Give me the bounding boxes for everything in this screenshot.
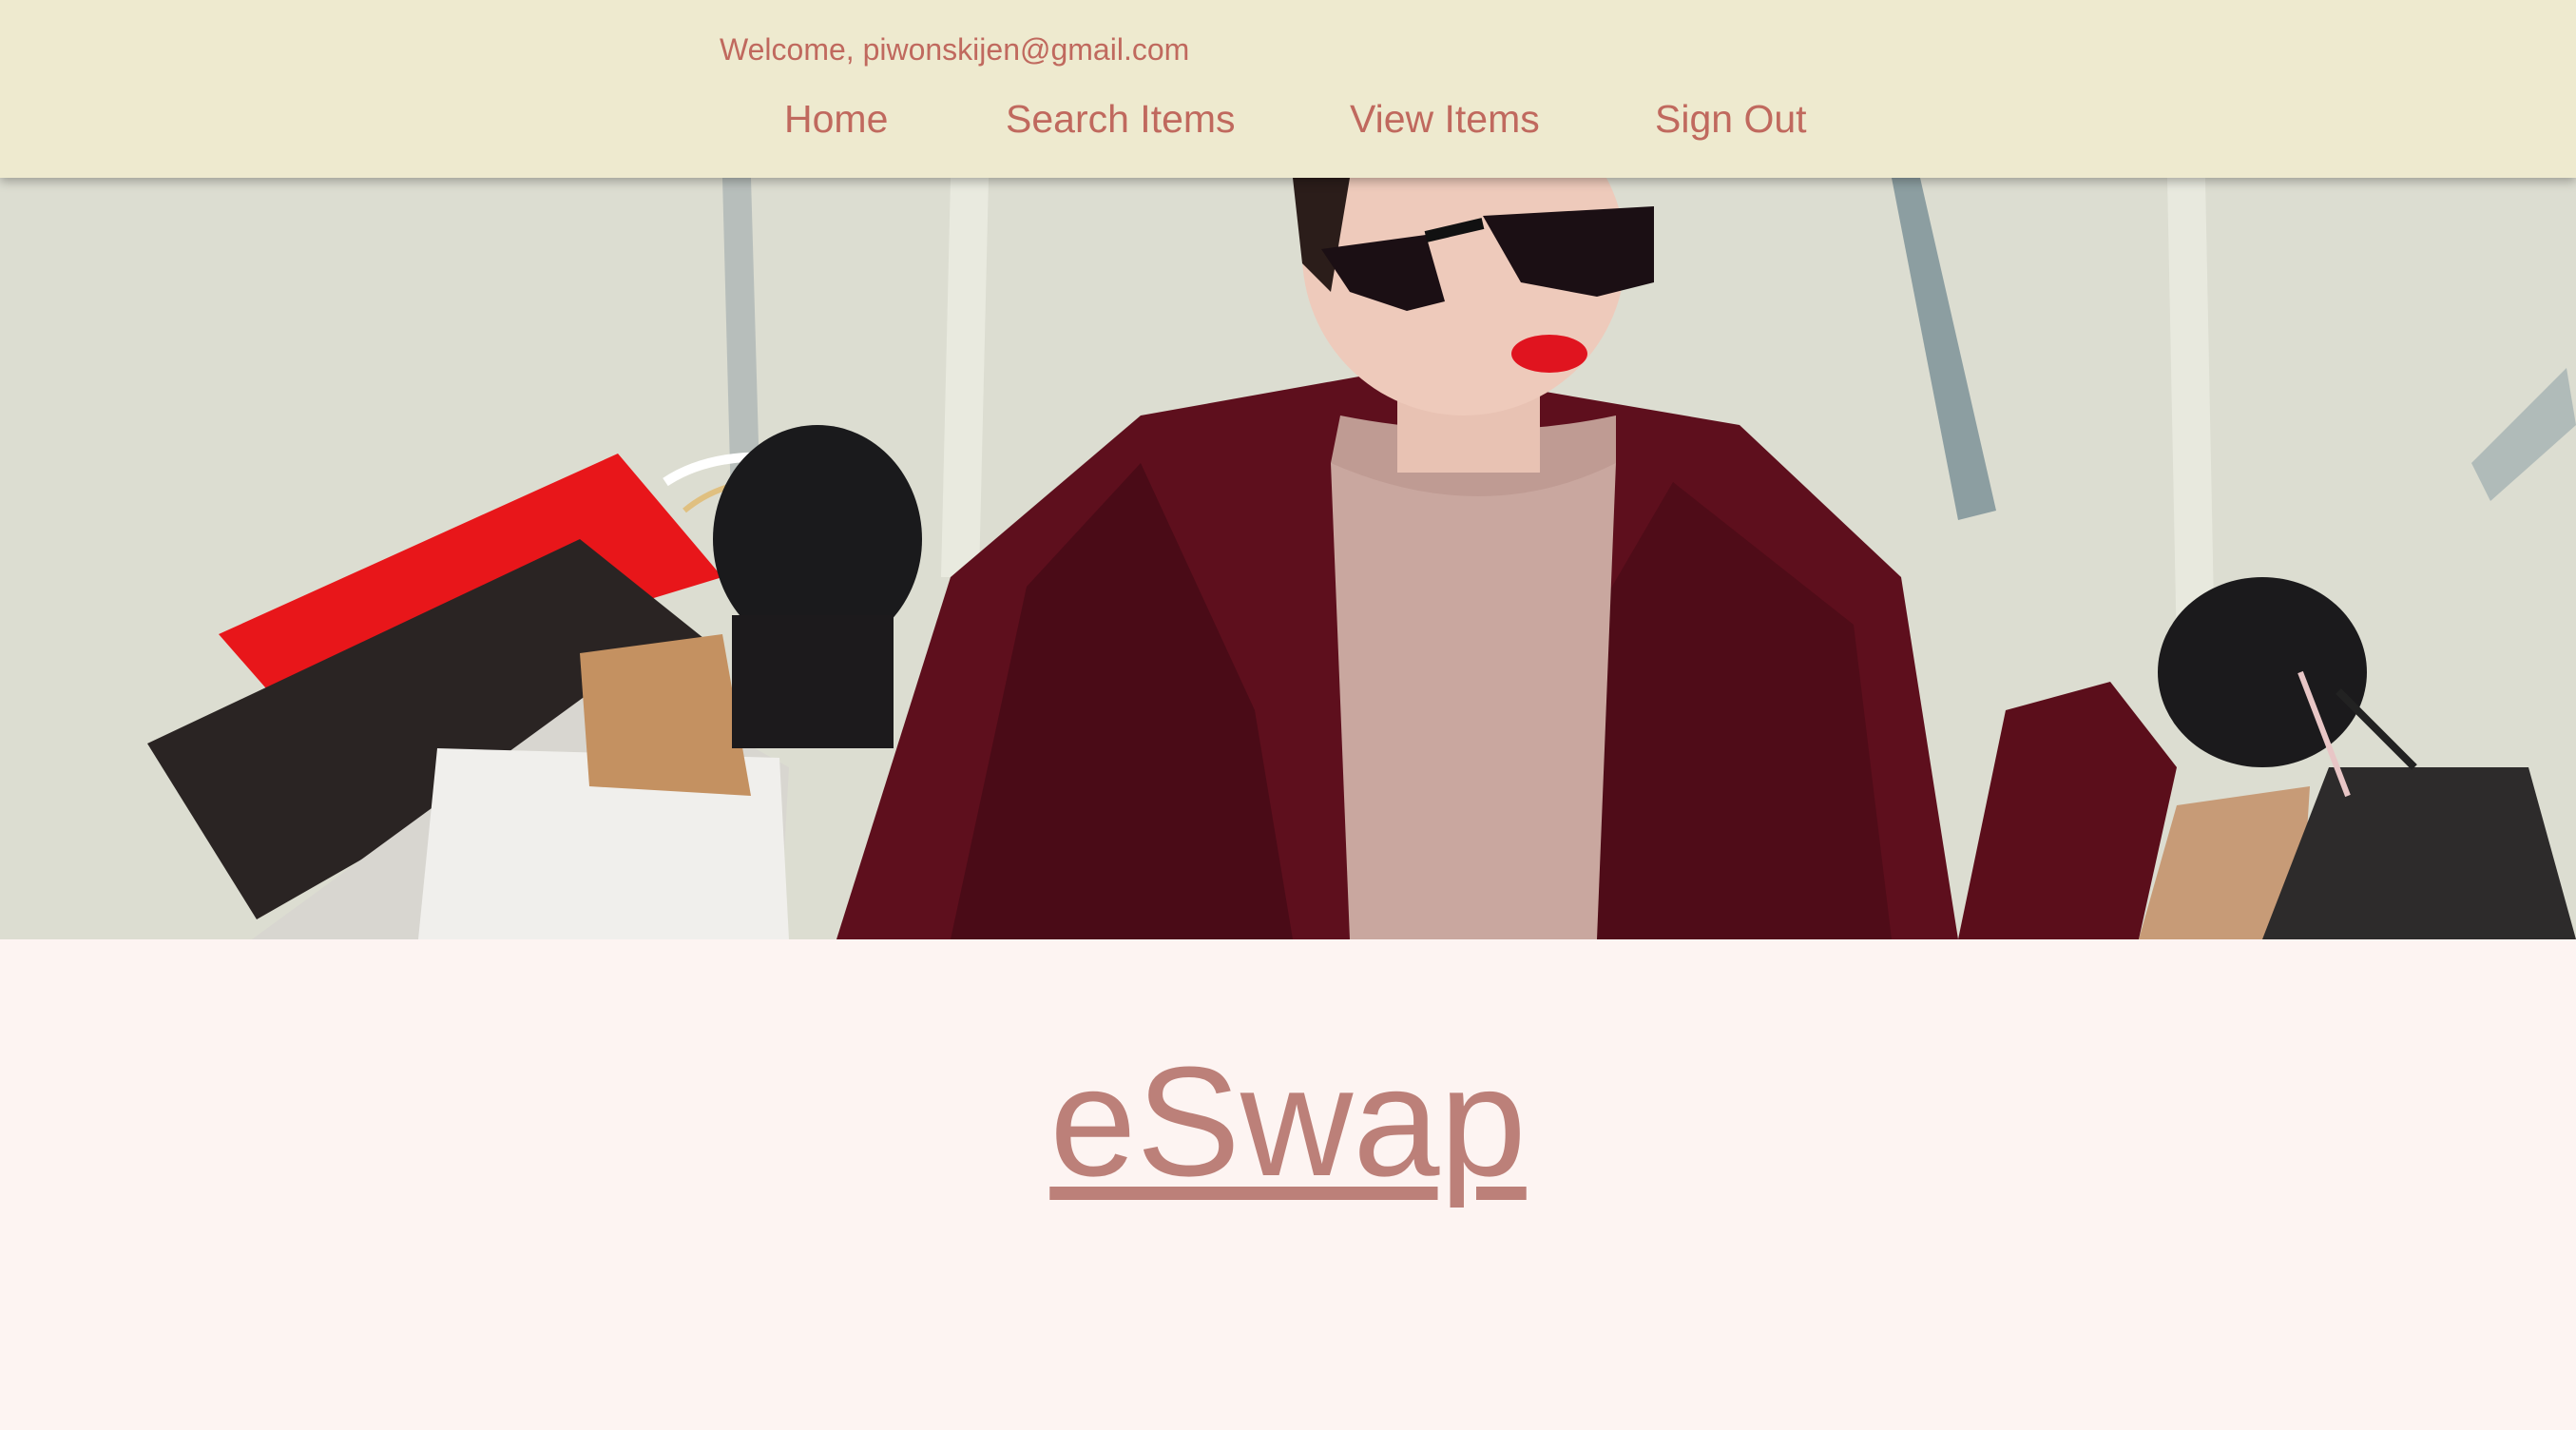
nav-home-link[interactable]: Home xyxy=(784,97,888,142)
main-nav: Home Search Items View Items Sign Out xyxy=(0,97,2576,154)
nav-search-items-link[interactable]: Search Items xyxy=(1006,97,1236,142)
brand-title-link[interactable]: eSwap xyxy=(1049,1034,1526,1208)
brand-section: eSwap xyxy=(0,939,2576,1430)
welcome-message: Welcome, piwonskijen@gmail.com xyxy=(720,32,1190,67)
hero-photo xyxy=(0,178,2576,939)
nav-view-items-link[interactable]: View Items xyxy=(1350,97,1540,142)
brand-title-container: eSwap xyxy=(0,1044,2576,1200)
nav-sign-out-link[interactable]: Sign Out xyxy=(1655,97,1807,142)
hero-banner-image xyxy=(0,178,2576,939)
top-header: Welcome, piwonskijen@gmail.com Home Sear… xyxy=(0,0,2576,178)
